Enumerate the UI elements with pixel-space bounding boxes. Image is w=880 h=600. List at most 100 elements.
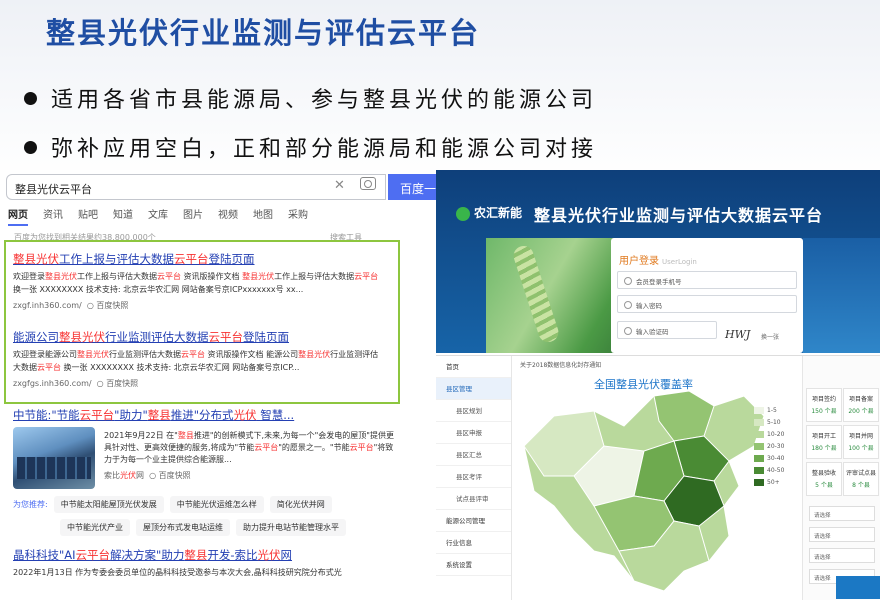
clear-icon[interactable]: ✕	[334, 178, 345, 193]
stat-label: 评审试点县	[845, 470, 876, 477]
stat-label: 项目开工	[811, 433, 836, 440]
tab-zhidao[interactable]: 知道	[113, 206, 133, 226]
result-url-row: zxgf.inh360.com/ ○ 百度快照	[13, 301, 129, 310]
news-desc-text: 2021年9月22日 在"整县推进"的创新模式下,未来,为每一个"会发电的屋顶"…	[104, 431, 394, 464]
tab-images[interactable]: 图片	[183, 206, 203, 226]
legend-swatch	[754, 442, 764, 450]
legend-label: 20-30	[767, 442, 785, 450]
sidebar-item[interactable]: 县区申报	[436, 422, 511, 444]
tab-news[interactable]: 资讯	[43, 206, 63, 226]
map-area: 关于2018数据信息化封存通知 全国整县光伏覆盖率 1-5 5-10 10-20 20…	[514, 356, 802, 600]
filter-select[interactable]: 请选择	[809, 548, 875, 563]
phone-field[interactable]: 会员登录手机号	[617, 271, 797, 289]
sidebar-item[interactable]: 县区考评	[436, 466, 511, 488]
sidebar-item[interactable]: 县区汇总	[436, 444, 511, 466]
recommend-tag[interactable]: 中节能太阳能屋顶光伏发展	[53, 496, 164, 513]
login-form: 用户登录 UserLogin 会员登录手机号 输入密码 输入验证码 HWJ 换一张	[611, 238, 803, 353]
sidebar-item[interactable]: 县区规划	[436, 400, 511, 422]
sidebar-item[interactable]: 首页	[436, 356, 511, 378]
legend-swatch	[754, 478, 764, 486]
result-description: 欢迎登录能源公司整县光伏行业监测评估大数据云平台 资讯版操作文档 能源公司整县光…	[13, 350, 379, 372]
result-title[interactable]: 中节能:"节能云平台"助力"整县推进"分布式光伏 智慧...	[13, 408, 383, 423]
legend-label: 1-5	[767, 406, 777, 414]
result-url[interactable]: zxgfgs.inh360.com/	[13, 379, 92, 388]
brand-name: 农汇新能	[474, 206, 523, 220]
stats-panel: 项目签约 150 个县 项目备案 200 个县 项目开工 180 个县 项目并网 100 个县…	[802, 356, 880, 600]
stat-value: 8 个县	[852, 482, 870, 489]
recommend-tag[interactable]: 助力提升电站节能管理水平	[236, 519, 346, 536]
legend-label: 30-40	[767, 454, 785, 462]
result-description: 欢迎登录整县光伏工作上报与评估大数据云平台 资讯版操作文档 整县光伏工作上报与评…	[13, 272, 379, 294]
filter-select[interactable]: 请选择	[809, 506, 875, 521]
captcha-image[interactable]: HWJ	[725, 328, 750, 341]
sidebar-item[interactable]: 系统设置	[436, 554, 511, 576]
solar-panel-thumbnail[interactable]	[13, 427, 95, 489]
slide-title: 整县光伏行业监测与评估云平台	[46, 16, 481, 50]
captcha-field[interactable]: 输入验证码	[617, 321, 717, 339]
legend-item: 20-30	[754, 440, 784, 452]
platform-login-panel: 农汇新能 整县光伏行业监测与评估大数据云平台 用户登录 UserLogin 会员登…	[436, 170, 880, 353]
search-button[interactable]: 百度一	[388, 174, 440, 200]
stat-card: 项目开工 180 个县	[806, 425, 842, 459]
tab-web[interactable]: 网页	[8, 206, 28, 226]
stat-card: 项目备案 200 个县	[843, 388, 879, 422]
search-result: 整县光伏工作上报与评估大数据云平台登陆页面 欢迎登录整县光伏工作上报与评估大数据…	[13, 252, 383, 311]
news-source[interactable]: 索比光伏网	[104, 471, 144, 480]
captcha-refresh-link[interactable]: 换一张	[761, 332, 779, 341]
tab-purchase[interactable]: 采购	[288, 206, 308, 226]
search-result: 能源公司整县光伏行业监测评估大数据云平台登陆页面 欢迎登录能源公司整县光伏行业监…	[13, 330, 383, 389]
brand-logo: 农汇新能	[456, 204, 522, 221]
tab-video[interactable]: 视频	[218, 206, 238, 226]
legend-swatch	[754, 466, 764, 474]
platform-side-graphic	[803, 238, 880, 353]
legend-swatch	[754, 406, 764, 414]
recommend-label: 为您推荐:	[13, 500, 48, 509]
tab-tieba[interactable]: 贴吧	[78, 206, 98, 226]
snapshot-link[interactable]: 百度快照	[96, 301, 128, 310]
sidebar-item[interactable]: 行业信息	[436, 532, 511, 554]
filter-select[interactable]: 请选择	[809, 527, 875, 542]
legend-item: 50+	[754, 476, 784, 488]
legend-label: 50+	[767, 478, 780, 486]
bullet-text: 适用各省市县能源局、参与整县光伏的能源公司	[51, 88, 598, 113]
search-tabs: 网页 资讯 贴吧 知道 文库 图片 视频 地图 采购	[8, 206, 323, 226]
stat-card: 项目并网 100 个县	[843, 425, 879, 459]
result-url[interactable]: zxgf.inh360.com/	[13, 301, 82, 310]
stat-label: 项目备案	[848, 396, 873, 403]
snapshot-link[interactable]: 百度快照	[159, 471, 191, 480]
camera-icon[interactable]	[360, 177, 376, 190]
sidebar-item[interactable]: 能源公司管理	[436, 510, 511, 532]
stat-value: 180 个县	[811, 445, 837, 452]
recommend-row: 为您推荐: 中节能太阳能屋顶光伏发展 中节能光伏运维怎么样 简化光伏并网	[13, 496, 338, 513]
recommend-tag[interactable]: 屋顶分布式发电站运维	[136, 519, 230, 536]
search-input[interactable]: 整县光伏云平台	[6, 174, 386, 200]
login-heading: 用户登录 UserLogin	[619, 252, 697, 267]
result-title[interactable]: 晶科科技"AI云平台解决方案"助力整县开发-索比光伏网	[13, 548, 383, 563]
password-field[interactable]: 输入密码	[617, 295, 797, 313]
legend-item: 10-20	[754, 428, 784, 440]
snapshot-link[interactable]: 百度快照	[106, 379, 138, 388]
tab-wenku[interactable]: 文库	[148, 206, 168, 226]
legend-swatch	[754, 418, 764, 426]
result-description: 2022年1月13日 作为专委会委员单位的晶科科技受邀参与本次大会,晶科科技研究…	[13, 568, 342, 577]
bullet-dot-icon	[24, 91, 37, 105]
sidebar-item[interactable]: 县区管理	[436, 378, 511, 400]
news-description: 2021年9月22日 在"整县推进"的创新模式下,未来,为每一个"会发电的屋顶"…	[104, 430, 394, 482]
result-title[interactable]: 整县光伏工作上报与评估大数据云平台登陆页面	[13, 252, 383, 267]
recommend-tag[interactable]: 中节能光伏运维怎么样	[169, 496, 264, 513]
recommend-row: 中节能光伏产业 屋顶分布式发电站运维 助力提升电站节能管理水平	[60, 519, 352, 536]
recommend-tag[interactable]: 中节能光伏产业	[60, 519, 130, 536]
legend-item: 5-10	[754, 416, 784, 428]
tab-map[interactable]: 地图	[253, 206, 273, 226]
map-legend: 1-5 5-10 10-20 20-30 30-40 40-50 50+	[754, 404, 784, 488]
legend-swatch	[754, 454, 764, 462]
recommend-tag[interactable]: 简化光伏并网	[269, 496, 332, 513]
search-result: 晶科科技"AI云平台解决方案"助力整县开发-索比光伏网 2022年1月13日 作…	[13, 548, 383, 579]
result-title[interactable]: 能源公司整县光伏行业监测评估大数据云平台登陆页面	[13, 330, 383, 345]
stat-label: 项目并网	[848, 433, 873, 440]
sidebar-item[interactable]: 试点县评审	[436, 488, 511, 510]
sidebar-nav: 首页 县区管理 县区规划 县区申报 县区汇总 县区考评 试点县评审 能源公司管理 行业信息 系统设…	[436, 356, 512, 600]
legend-item: 40-50	[754, 464, 784, 476]
login-subtitle: UserLogin	[662, 258, 697, 266]
corner-decoration	[836, 576, 880, 599]
